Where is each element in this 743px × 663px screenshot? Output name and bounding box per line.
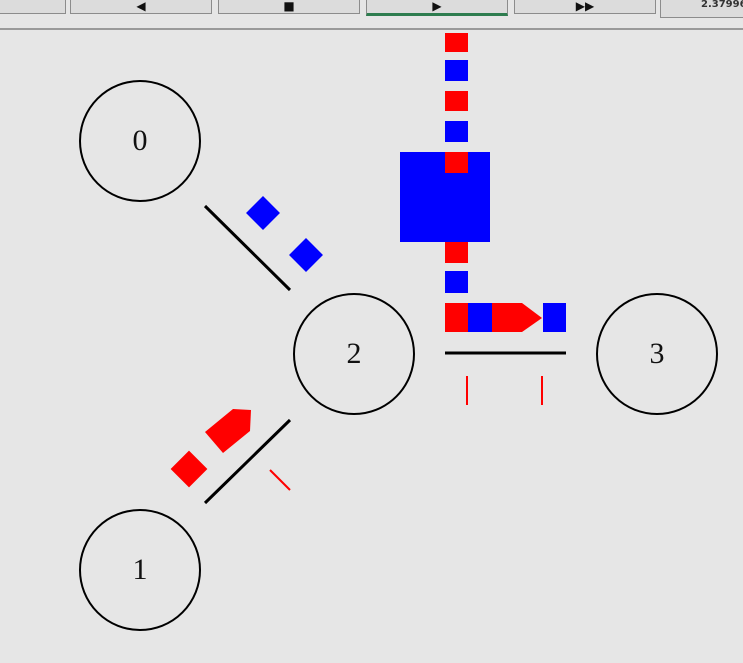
packet-blue [246,196,280,230]
node-2-label: 2 [347,337,362,370]
node-1[interactable]: 1 [79,509,201,631]
drop-marker [269,469,291,491]
packet-red [445,303,468,332]
queue-packet-blue [445,60,468,81]
packet-blue [289,238,323,272]
queue-packet-red [445,33,468,52]
packet-red-arrow [492,303,542,332]
queue-packet-blue [445,121,468,142]
queue-packet-red [445,91,468,111]
packet-blue [468,303,492,332]
packet-blue [543,303,566,332]
network-canvas: 0 1 2 3 [79,33,718,631]
node-2[interactable]: 2 [293,293,415,415]
node-0[interactable]: 0 [79,80,201,202]
node-3-label: 3 [650,337,665,370]
node-0-label: 0 [133,124,148,157]
queue-packet-red [445,242,468,263]
link-0-2 [203,204,292,292]
node-3[interactable]: 3 [596,293,718,415]
node-1-label: 1 [133,553,148,586]
queue-packet-blue [445,271,468,293]
packet-red-arrow [205,409,251,453]
packet-red [170,450,208,488]
queue-packet-red [445,152,468,173]
